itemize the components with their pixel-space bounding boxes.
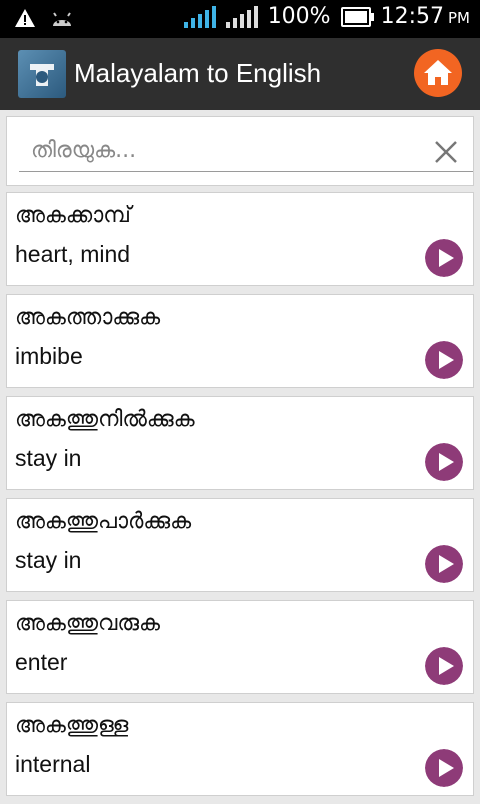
clock-time: 12:57 (380, 4, 444, 29)
list-item[interactable]: അകത്തുപാർക്കുക stay in (6, 498, 474, 592)
signal-icon (183, 5, 216, 28)
clock: 12:57 PM (381, 4, 470, 29)
battery-percent: 100% (267, 4, 331, 29)
malayalam-word: അകക്കാമ്പ് (15, 203, 131, 228)
play-icon[interactable] (425, 545, 463, 583)
app-title: Malayalam to English (74, 58, 322, 88)
signal-icon-2 (225, 5, 258, 28)
battery-icon (340, 6, 374, 27)
english-meaning: internal (15, 751, 91, 777)
app-logo-icon (18, 50, 66, 98)
list-item[interactable]: അകത്തുനിൽക്കുക stay in (6, 396, 474, 490)
english-meaning: stay in (15, 547, 82, 573)
list-item[interactable]: അകക്കാമ്പ് heart, mind (6, 192, 474, 286)
list-item[interactable]: അകത്താക്കുക imbibe (6, 294, 474, 388)
english-meaning: stay in (15, 445, 82, 471)
list-item[interactable]: അകത്തുവരുക enter (6, 600, 474, 694)
android-icon (53, 12, 71, 26)
app-bar: Malayalam to English (0, 38, 480, 110)
malayalam-word: അകത്തുനിൽക്കുക (15, 407, 195, 432)
home-button[interactable] (414, 49, 462, 97)
status-right: 100% 12:57 PM (183, 4, 470, 29)
word-list: അകക്കാമ്പ് heart, mind അകത്താക്കുക imbib… (6, 192, 474, 804)
malayalam-word: അകത്തുള്ള (15, 713, 129, 738)
status-left (14, 8, 74, 28)
clock-ampm: PM (448, 9, 470, 27)
search-card (6, 116, 474, 186)
warning-icon (15, 9, 35, 27)
close-icon[interactable] (431, 137, 461, 167)
malayalam-word: അകത്താക്കുക (15, 305, 161, 330)
home-icon (424, 60, 452, 85)
play-icon[interactable] (425, 239, 463, 277)
english-meaning: imbibe (15, 343, 83, 369)
english-meaning: enter (15, 649, 68, 675)
status-bar: 100% 12:57 PM (0, 0, 480, 38)
malayalam-word: അകത്തുപാർക്കുക (15, 509, 192, 534)
search-input[interactable] (19, 129, 473, 172)
english-meaning: heart, mind (15, 241, 131, 267)
play-icon[interactable] (425, 341, 463, 379)
list-item[interactable]: അകത്തുള്ള internal (6, 702, 474, 796)
play-icon[interactable] (425, 749, 463, 787)
play-icon[interactable] (425, 647, 463, 685)
content-area: അകക്കാമ്പ് heart, mind അകത്താക്കുക imbib… (0, 110, 480, 800)
malayalam-word: അകത്തുവരുക (15, 611, 160, 636)
play-icon[interactable] (425, 443, 463, 481)
